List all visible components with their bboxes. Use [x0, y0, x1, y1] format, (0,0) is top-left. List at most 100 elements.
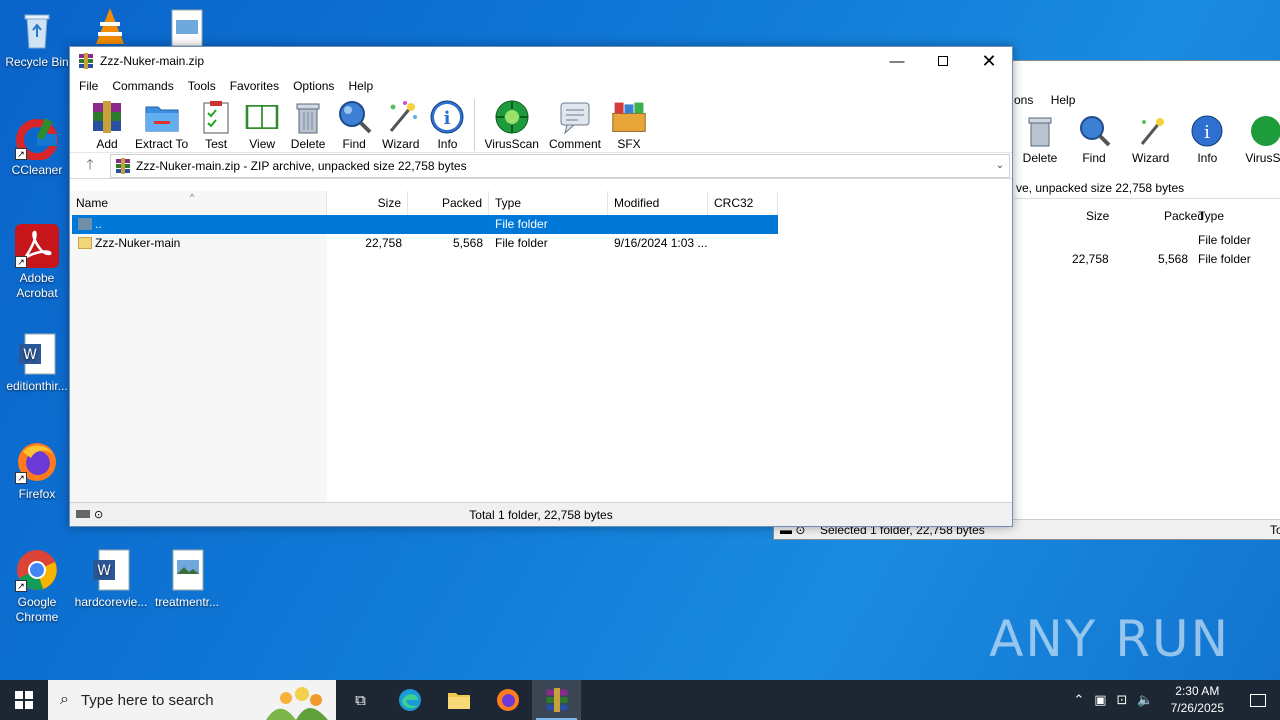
- svg-text:i: i: [1204, 122, 1210, 143]
- trash-icon: [290, 99, 326, 135]
- column-header-type[interactable]: Type: [489, 191, 608, 215]
- comment-icon: [557, 99, 593, 135]
- notifications-button[interactable]: [1236, 680, 1280, 720]
- wand-icon: [383, 99, 419, 135]
- desktop-icon-label: Firefox: [18, 487, 56, 501]
- test-button[interactable]: Test: [193, 97, 239, 151]
- taskbar-edge[interactable]: [385, 680, 434, 720]
- sfx-button[interactable]: SFX: [606, 97, 652, 151]
- desktop-icon-image-file[interactable]: treatmentr...: [150, 548, 224, 610]
- file-list[interactable]: ^ Name Size Packed Type Modified CRC32 .…: [70, 191, 1012, 502]
- sort-caret-icon: ^: [190, 192, 195, 202]
- desktop-icon-adobe-acrobat[interactable]: ↗ Adobe Acrobat: [0, 224, 74, 301]
- clock[interactable]: 2:30 AM 7/26/2025: [1159, 683, 1236, 717]
- firefox-icon: [496, 689, 519, 711]
- search-placeholder: Type here to search: [80, 691, 214, 709]
- task-view-button[interactable]: ⧉: [336, 680, 385, 720]
- info-button[interactable]: i Info: [424, 97, 470, 151]
- folder-icon: [78, 237, 92, 249]
- system-tray: ⌃ ▣ ⊡ 🔈 2:30 AM 7/26/2025: [1068, 680, 1280, 720]
- virusscan-button[interactable]: VirusScan: [479, 97, 543, 151]
- desktop-icon-recycle-bin[interactable]: Recycle Bin: [0, 8, 74, 70]
- desktop-icon-ccleaner[interactable]: ↗ CCleaner: [0, 116, 74, 178]
- column-header-modified[interactable]: Modified: [608, 191, 708, 215]
- extract-folder-icon: [144, 99, 180, 135]
- column-header-packed[interactable]: Packed: [408, 191, 489, 215]
- minimize-button[interactable]: —: [874, 47, 920, 75]
- bg-table-row[interactable]: File folder: [1014, 231, 1280, 250]
- info-icon: i: [1189, 113, 1225, 149]
- menu-file[interactable]: File: [72, 79, 105, 93]
- address-text: Zzz-Nuker-main.zip - ZIP archive, unpack…: [136, 158, 467, 173]
- bg-wizard-button[interactable]: Wizard: [1122, 113, 1179, 173]
- word-document-icon: W: [89, 548, 133, 592]
- firefox-icon: ↗: [15, 440, 59, 484]
- image-file-icon: [165, 548, 209, 592]
- menu-options[interactable]: Options: [286, 79, 341, 93]
- maximize-button[interactable]: [920, 47, 966, 75]
- menu-commands[interactable]: Commands: [105, 79, 180, 93]
- column-header-name[interactable]: ^ Name: [70, 191, 327, 215]
- comment-button[interactable]: Comment: [544, 97, 606, 151]
- flowers-decoration-icon: [266, 687, 328, 720]
- desktop-icon-label: editionthir...: [6, 379, 68, 393]
- taskbar-winrar[interactable]: [532, 680, 581, 720]
- desktop-icon-google-chrome[interactable]: ↗ Google Chrome: [0, 548, 74, 625]
- column-header-crc32[interactable]: CRC32: [708, 191, 778, 215]
- svg-text:W: W: [23, 347, 37, 363]
- start-button[interactable]: [0, 680, 48, 720]
- find-button[interactable]: Find: [331, 97, 377, 151]
- info-icon: i: [429, 99, 465, 135]
- chevron-down-icon[interactable]: ⌄: [991, 160, 1009, 171]
- meet-now-icon[interactable]: ▣: [1089, 692, 1111, 708]
- desktop-icon-word-document-2[interactable]: W hardcorevie...: [74, 548, 148, 610]
- menu-favorites[interactable]: Favorites: [223, 79, 286, 93]
- windows-logo-icon: [15, 691, 33, 709]
- bg-delete-button[interactable]: Delete: [1014, 113, 1066, 173]
- up-folder-button[interactable]: 🡑: [70, 154, 110, 178]
- bg-table-row[interactable]: 22,758 5,568 File folder: [1014, 250, 1280, 269]
- table-row[interactable]: Zzz-Nuker-main 22,758 5,568 File folder …: [72, 234, 778, 253]
- desktop-icon-firefox[interactable]: ↗ Firefox: [0, 440, 74, 502]
- title-bar[interactable]: Zzz-Nuker-main.zip — ✕: [70, 47, 1012, 75]
- recycle-bin-icon: [15, 8, 59, 52]
- bg-toolbar: Delete Find Wizard i Info VirusSc: [1014, 113, 1280, 173]
- drive-icon[interactable]: [76, 510, 90, 518]
- view-button[interactable]: View: [239, 97, 285, 151]
- wizard-button[interactable]: Wizard: [377, 97, 424, 151]
- search-box[interactable]: ⌕ Type here to search: [48, 680, 336, 720]
- shortcut-arrow-icon: ↗: [15, 256, 27, 268]
- menu-bar: File Commands Tools Favorites Options He…: [70, 75, 1012, 97]
- menu-tools[interactable]: Tools: [181, 79, 223, 93]
- winrar-window[interactable]: Zzz-Nuker-main.zip — ✕ File Commands Too…: [69, 46, 1013, 527]
- notification-icon: [1250, 693, 1266, 707]
- vlc-icon: [92, 6, 128, 46]
- menu-help[interactable]: Help: [1051, 93, 1076, 107]
- menu-help[interactable]: Help: [341, 79, 380, 93]
- shortcut-arrow-icon: ↗: [15, 580, 27, 592]
- desktop-icon-word-document[interactable]: W editionthir...: [0, 332, 74, 394]
- bg-virusscan-button[interactable]: VirusSc: [1235, 113, 1280, 173]
- test-clipboard-icon: [198, 99, 234, 135]
- network-icon[interactable]: ⊡: [1112, 692, 1133, 708]
- delete-button[interactable]: Delete: [285, 97, 331, 151]
- table-row-parent[interactable]: .. File folder: [72, 215, 778, 234]
- key-icon[interactable]: ⊙: [94, 508, 103, 521]
- add-button[interactable]: Add: [84, 97, 130, 151]
- volume-icon[interactable]: 🔈: [1132, 692, 1158, 708]
- column-header-size[interactable]: Size: [327, 191, 408, 215]
- chevron-up-icon[interactable]: ⌃: [1068, 692, 1089, 708]
- close-button[interactable]: ✕: [966, 47, 1012, 75]
- arrow-up-icon: 🡑: [86, 155, 94, 172]
- clock-time: 2:30 AM: [1175, 684, 1220, 698]
- image-file-icon: [170, 8, 204, 47]
- address-field[interactable]: Zzz-Nuker-main.zip - ZIP archive, unpack…: [110, 153, 1010, 178]
- address-bar: 🡑 Zzz-Nuker-main.zip - ZIP archive, unpa…: [70, 153, 1012, 179]
- menu-options-partial[interactable]: ons: [1014, 93, 1033, 107]
- extract-to-button[interactable]: Extract To: [130, 97, 193, 151]
- bg-find-button[interactable]: Find: [1066, 113, 1122, 173]
- bg-info-button[interactable]: i Info: [1179, 113, 1235, 173]
- taskbar-firefox[interactable]: [483, 680, 532, 720]
- bg-column-headers: Size Packed Type: [1086, 209, 1225, 223]
- taskbar-file-explorer[interactable]: [434, 680, 483, 720]
